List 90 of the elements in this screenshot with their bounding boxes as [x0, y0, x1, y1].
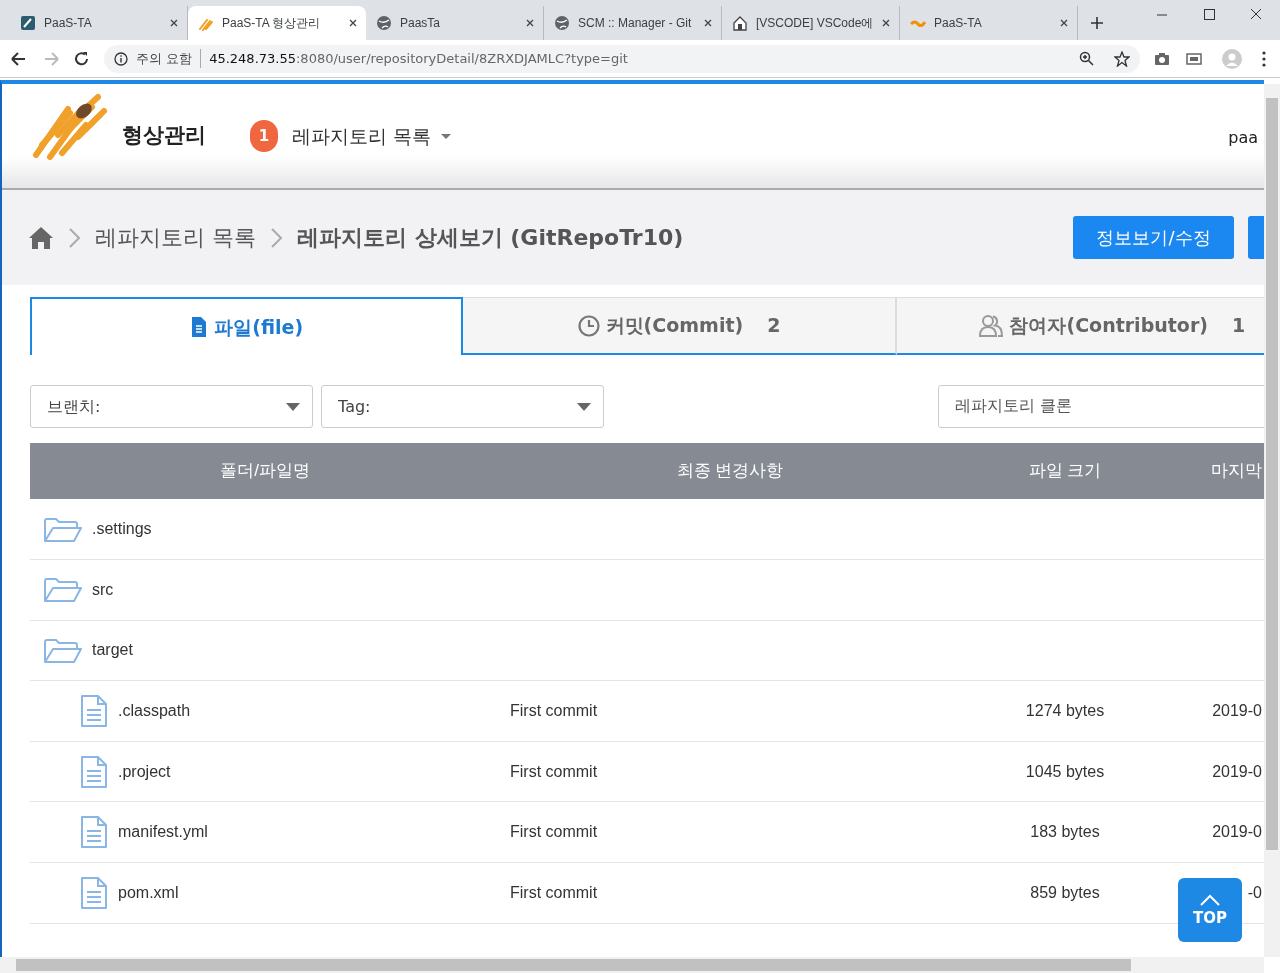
close-icon[interactable] [525, 18, 535, 28]
folder-icon [44, 637, 82, 664]
globe-icon [554, 15, 570, 31]
chevron-up-icon [1199, 893, 1221, 907]
folder-name[interactable]: src [92, 577, 114, 602]
new-tab-icon[interactable] [1090, 16, 1104, 30]
back-icon[interactable] [10, 50, 26, 67]
repository-menu[interactable]: 레파지토리 목록 [292, 121, 432, 151]
content-tab[interactable]: 참여자(Contributor) 1 [896, 297, 1264, 355]
file-size: 859 bytes [1030, 883, 1100, 901]
clone-field[interactable]: 레파지토리 클론 [938, 385, 1264, 428]
browser-tab[interactable]: PaasTa [366, 6, 544, 40]
tag-select[interactable]: Tag: [321, 385, 604, 428]
browser-tab[interactable]: PaaS-TA [10, 6, 188, 40]
house-icon [732, 15, 748, 31]
file-name[interactable]: manifest.yml [118, 820, 208, 845]
caret-icon[interactable] [441, 133, 452, 139]
column-header: 최종 변경사항 [676, 461, 784, 481]
tab-title: PaasTa [400, 15, 442, 32]
app-title: 형상관리 [122, 122, 206, 150]
file-name[interactable]: .classpath [118, 699, 191, 724]
commit-message: First commit [510, 762, 598, 780]
close-icon[interactable] [703, 18, 713, 28]
file-size: 183 bytes [1030, 823, 1100, 841]
column-header: 폴더/파일명 [220, 461, 310, 481]
security-label: 주의 요함 [136, 49, 193, 68]
browser-tab[interactable]: PaaS-TA [900, 6, 1078, 40]
browser-tab[interactable]: SCM :: Manager - Git [544, 6, 722, 40]
caret-icon [577, 402, 591, 411]
folder-name[interactable]: target [92, 638, 133, 663]
commit-message: First commit [510, 823, 598, 841]
file-icon [80, 816, 108, 849]
file-icon [80, 876, 108, 909]
tab-title: SCM :: Manager - Git [578, 15, 693, 32]
folder-icon [44, 576, 82, 604]
star-icon[interactable] [1114, 50, 1130, 67]
commit-message: First commit [510, 883, 598, 901]
caret-icon [286, 402, 300, 411]
edit-info-button[interactable]: 정보보기/수정 [1073, 216, 1234, 259]
chevron-icon [68, 226, 81, 249]
close-icon[interactable] [348, 18, 358, 28]
breadcrumb-link[interactable]: 레파지토리 목록 [95, 221, 256, 254]
content-tab[interactable]: 파일(file) [30, 297, 464, 355]
column-header: 파일 크기 [1028, 461, 1102, 481]
browser-tab[interactable]: PaaS-TA 형상관리 [188, 6, 366, 40]
file-icon [80, 695, 108, 728]
modified-date: 2019-0 [1212, 823, 1262, 841]
file-icon [80, 755, 108, 788]
home-icon[interactable] [28, 224, 54, 251]
zoom-icon[interactable] [1079, 51, 1094, 66]
camera-icon[interactable] [1154, 50, 1170, 67]
notification-badge: 1 [250, 120, 278, 152]
page-title: 레파지토리 상세보기 (GitRepoTr10) [297, 224, 684, 252]
tab-title: PaaS-TA 형상관리 [222, 15, 322, 32]
globe-icon [376, 15, 392, 31]
commit-message: First commit [510, 702, 598, 720]
modified-date: -0 [1247, 883, 1262, 901]
username[interactable]: paa [1228, 126, 1258, 150]
document-icon [190, 316, 209, 338]
close-icon[interactable] [1059, 18, 1069, 28]
tab-title: PaaS-TA [44, 15, 93, 32]
reload-icon[interactable] [74, 50, 90, 67]
file-name[interactable]: pom.xml [118, 880, 179, 905]
file-name[interactable]: .project [118, 759, 171, 784]
tab-title: [VSCODE] VSCode에 [756, 15, 874, 32]
close-icon[interactable] [169, 18, 179, 28]
content-tab[interactable]: 커밋(Commit) 2 [463, 297, 897, 355]
folder-name[interactable]: .settings [92, 517, 152, 542]
vertical-scrollbar[interactable] [1264, 84, 1280, 957]
modified-date: 2019-0 [1212, 762, 1262, 780]
horizontal-scrollbar[interactable] [0, 957, 1264, 973]
url-text: 45.248.73.55:8080/user/repositoryDetail/8ZRXDJAMLC?type=git [200, 48, 628, 69]
branch-select[interactable]: 브랜치: [30, 385, 313, 428]
screen-icon[interactable] [1186, 50, 1202, 67]
chevron-icon [270, 226, 283, 249]
top-button[interactable]: TOP [1178, 878, 1242, 942]
browser-tab[interactable]: [VSCODE] VSCode에 [722, 6, 900, 40]
square-logo-icon [20, 15, 36, 31]
file-size: 1045 bytes [1025, 762, 1105, 780]
more-icon[interactable] [1262, 50, 1266, 67]
info-icon [114, 51, 128, 66]
address-bar[interactable]: 주의 요함 45.248.73.55:8080/user/repositoryDetail/8ZRXDJAMLC?type=git [104, 44, 1140, 73]
modified-date: 2019-0 [1212, 702, 1262, 720]
tab-title: PaaS-TA [934, 15, 983, 32]
folder-icon [44, 515, 82, 543]
file-size: 1274 bytes [1025, 702, 1105, 720]
clock-icon [577, 314, 600, 337]
users-icon [979, 313, 1004, 338]
close-icon[interactable] [881, 18, 892, 28]
column-header: 마지막 [1211, 461, 1262, 481]
